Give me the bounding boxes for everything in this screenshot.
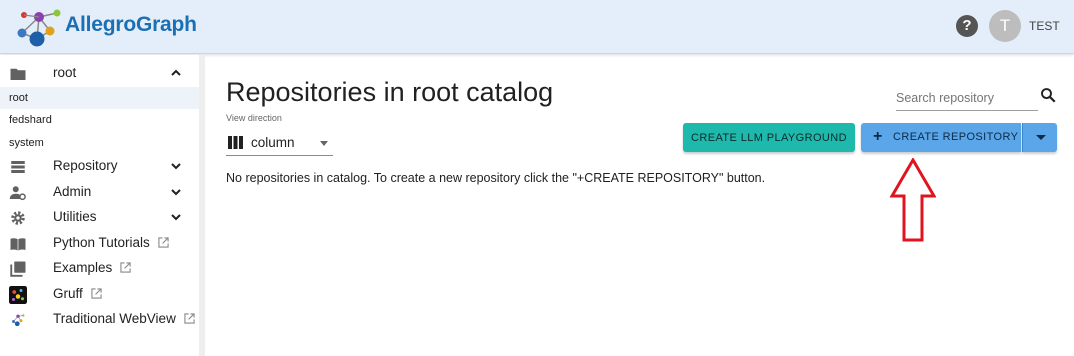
library-icon bbox=[10, 261, 26, 277]
sidebar-item-label: Python Tutorials bbox=[53, 235, 169, 250]
create-llm-playground-button[interactable]: CREATE LLM PLAYGROUND bbox=[683, 123, 855, 152]
chevron-down-icon[interactable] bbox=[170, 211, 182, 223]
book-icon bbox=[10, 238, 26, 251]
chevron-up-icon[interactable] bbox=[170, 67, 182, 79]
sidebar: root root fedshard system Repository Adm… bbox=[0, 55, 199, 356]
user-name[interactable]: TEST bbox=[1029, 19, 1060, 33]
dropdown-caret-icon bbox=[320, 141, 328, 146]
search-icon[interactable] bbox=[1039, 86, 1057, 104]
view-direction-select[interactable]: column bbox=[226, 130, 333, 156]
external-link-icon bbox=[158, 237, 169, 248]
page-title: Repositories in root catalog bbox=[226, 77, 554, 107]
sidebar-item-label: Traditional WebView bbox=[53, 311, 195, 326]
list-icon bbox=[11, 161, 25, 173]
allegrograph-logo-icon[interactable] bbox=[12, 3, 66, 51]
plus-icon: + bbox=[873, 128, 883, 145]
admin-users-icon bbox=[9, 186, 26, 201]
sidebar-item-text: Python Tutorials bbox=[53, 235, 150, 250]
molecule-icon bbox=[12, 314, 25, 327]
gruff-icon bbox=[9, 286, 27, 304]
app-header: AllegroGraph ? T TEST bbox=[0, 0, 1074, 54]
sidebar-catalog-label: root bbox=[53, 65, 77, 80]
sidebar-item-text: Gruff bbox=[53, 286, 83, 301]
sidebar-item-utilities[interactable]: Utilities bbox=[0, 205, 199, 230]
search-field[interactable] bbox=[896, 86, 1038, 111]
sidebar-item-text: Traditional WebView bbox=[53, 311, 176, 326]
search-input[interactable] bbox=[896, 86, 1034, 105]
external-link-icon bbox=[91, 288, 102, 299]
sidebar-item-python-tutorials[interactable]: Python Tutorials bbox=[0, 231, 199, 256]
sidebar-catalog-root[interactable]: root bbox=[0, 61, 199, 86]
external-link-icon bbox=[184, 313, 195, 324]
brand-name: AllegroGraph bbox=[65, 13, 197, 36]
avatar[interactable]: T bbox=[989, 10, 1021, 42]
create-repository-label: CREATE REPOSITORY bbox=[893, 131, 1019, 143]
sidebar-item-label: Repository bbox=[53, 158, 118, 173]
sidebar-catalog-item-fedshard[interactable]: fedshard bbox=[0, 109, 199, 131]
folder-icon bbox=[10, 68, 26, 80]
annotation-arrow-icon bbox=[890, 158, 936, 242]
view-direction-label: View direction bbox=[226, 113, 282, 123]
sidebar-item-label: Utilities bbox=[53, 209, 97, 224]
catalog-item-label: system bbox=[9, 137, 44, 149]
create-repository-button[interactable]: + CREATE REPOSITORY bbox=[861, 123, 1021, 152]
external-link-icon bbox=[120, 262, 131, 273]
view-direction-value: column bbox=[251, 135, 295, 150]
chevron-down-icon[interactable] bbox=[170, 186, 182, 198]
sidebar-item-gruff[interactable]: Gruff bbox=[0, 282, 199, 307]
sidebar-item-traditional-webview[interactable]: Traditional WebView bbox=[0, 307, 199, 332]
chevron-down-icon[interactable] bbox=[170, 160, 182, 172]
sidebar-item-admin[interactable]: Admin bbox=[0, 180, 199, 205]
sidebar-item-label: Gruff bbox=[53, 286, 102, 301]
sidebar-item-label: Examples bbox=[53, 260, 131, 275]
gear-icon bbox=[11, 211, 25, 225]
empty-repositories-message: No repositories in catalog. To create a … bbox=[226, 171, 766, 185]
catalog-item-label: fedshard bbox=[9, 114, 52, 126]
view-column-icon bbox=[228, 136, 243, 149]
sidebar-item-repository[interactable]: Repository bbox=[0, 154, 199, 179]
sidebar-item-examples[interactable]: Examples bbox=[0, 256, 199, 281]
sidebar-item-label: Admin bbox=[53, 184, 92, 199]
chevron-down-icon bbox=[1036, 135, 1046, 140]
sidebar-catalog-item-system[interactable]: system bbox=[0, 132, 199, 154]
sidebar-item-text: Examples bbox=[53, 260, 113, 275]
help-icon[interactable]: ? bbox=[956, 15, 978, 37]
create-repository-menu-button[interactable] bbox=[1022, 123, 1057, 152]
catalog-item-label: root bbox=[9, 92, 28, 104]
sidebar-divider[interactable] bbox=[199, 55, 205, 356]
sidebar-catalog-item-root[interactable]: root bbox=[0, 87, 199, 109]
